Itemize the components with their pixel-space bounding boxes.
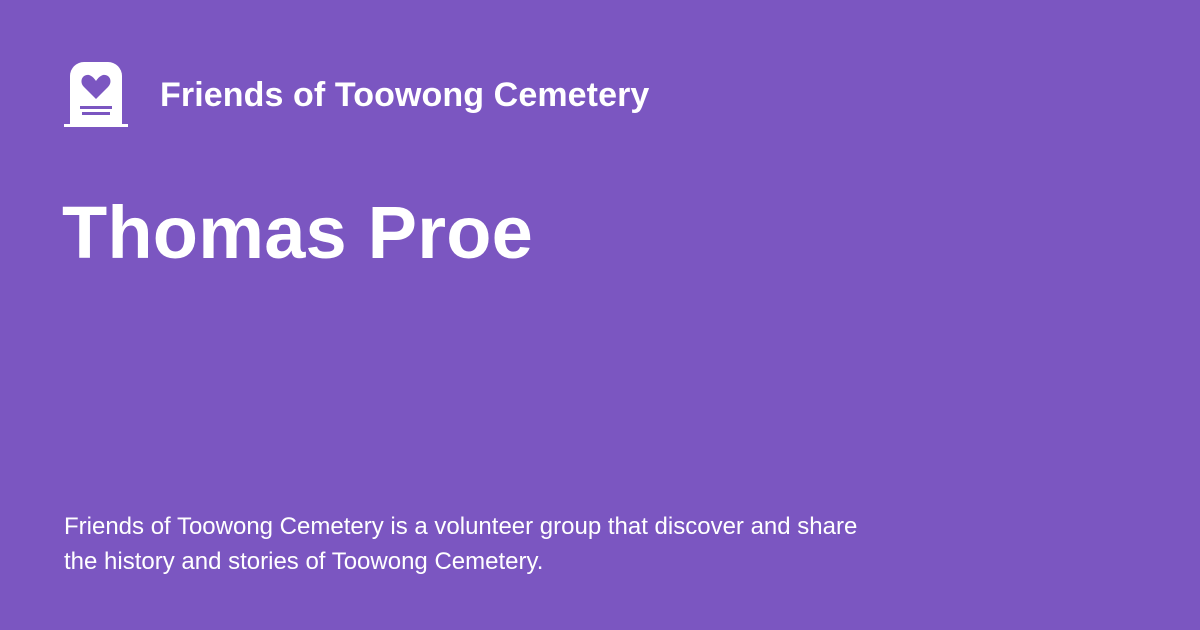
brand-header: Friends of Toowong Cemetery	[64, 62, 649, 128]
headstone-heart-icon	[64, 62, 128, 128]
site-description: Friends of Toowong Cemetery is a volunte…	[64, 513, 858, 575]
site-name: Friends of Toowong Cemetery	[160, 76, 650, 114]
page-title: Thomas Proe	[62, 191, 533, 274]
share-card: Friends of Toowong Cemetery Thomas Proe …	[0, 0, 1200, 630]
